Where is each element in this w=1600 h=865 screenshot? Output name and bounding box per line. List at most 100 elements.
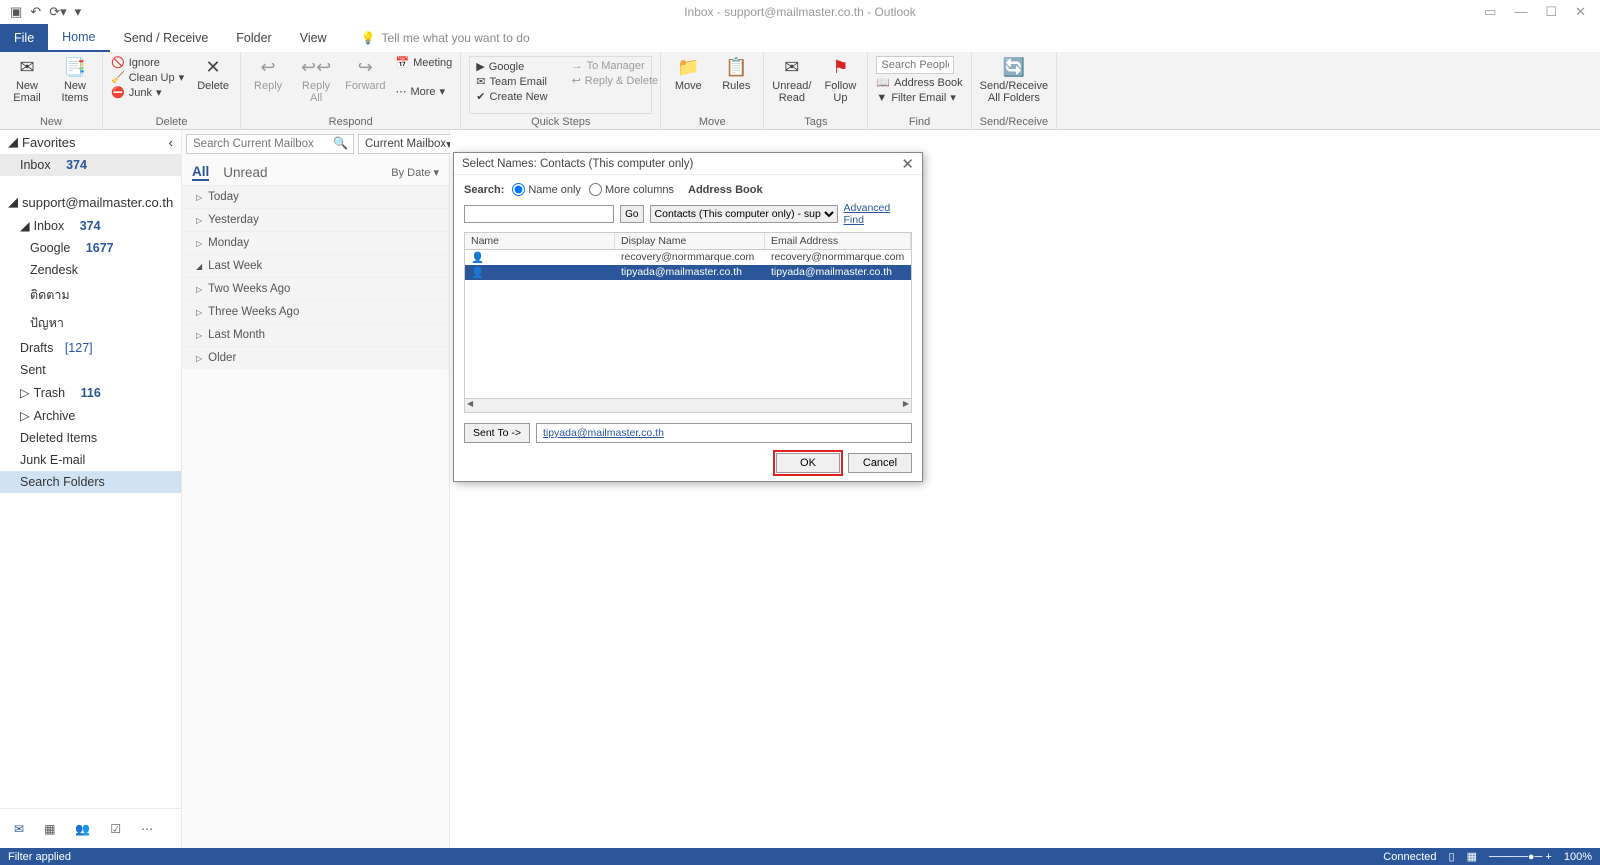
advanced-find-link[interactable]: Advanced Find bbox=[844, 202, 912, 226]
folder-deleted[interactable]: Deleted Items bbox=[0, 427, 181, 449]
junk-icon: ⛔ bbox=[111, 86, 125, 99]
minimize-icon[interactable]: — bbox=[1514, 4, 1527, 20]
qs-to-manager[interactable]: → To Manager bbox=[572, 60, 659, 72]
col-name[interactable]: Name bbox=[465, 233, 615, 249]
nav-calendar-icon[interactable]: ▦ bbox=[44, 822, 55, 836]
filter-unread[interactable]: Unread bbox=[223, 165, 267, 180]
qat-customize-icon[interactable]: ▾ bbox=[75, 4, 82, 20]
sent-to-field[interactable]: tipyada@mailmaster.co.th bbox=[536, 423, 912, 443]
maximize-icon[interactable]: ☐ bbox=[1545, 4, 1557, 20]
junk-button[interactable]: ⛔Junk ▾ bbox=[111, 86, 184, 99]
tab-folder[interactable]: Folder bbox=[222, 24, 285, 52]
tab-file[interactable]: File bbox=[0, 24, 48, 52]
search-scope-dropdown[interactable]: Current Mailbox ▾ bbox=[358, 134, 459, 154]
ignore-button[interactable]: 🚫Ignore bbox=[111, 56, 184, 69]
search-name-input[interactable] bbox=[464, 205, 614, 223]
reply-all-button[interactable]: ↩↩Reply All bbox=[297, 56, 335, 104]
new-items-button[interactable]: 📑New Items bbox=[56, 56, 94, 104]
unread-read-button[interactable]: ✉Unread/ Read bbox=[772, 56, 811, 104]
date-group[interactable]: ◢ Last Week bbox=[182, 254, 449, 277]
radio-more-columns[interactable]: More columns bbox=[589, 183, 674, 196]
folder-trash[interactable]: ▷ Trash 116 bbox=[0, 381, 181, 404]
ok-button[interactable]: OK bbox=[776, 453, 840, 473]
go-button[interactable]: Go bbox=[620, 205, 644, 223]
folder-pane: ◢ Favorites‹ Inbox 374 ◢ support@mailmas… bbox=[0, 130, 182, 848]
meeting-button[interactable]: 📅Meeting bbox=[395, 56, 452, 69]
sent-to-button[interactable]: Sent To -> bbox=[464, 423, 530, 443]
zoom-slider[interactable]: ─────●─ + bbox=[1489, 851, 1552, 863]
dialog-close-icon[interactable]: ✕ bbox=[901, 155, 914, 173]
folder-search-folders[interactable]: Search Folders bbox=[0, 471, 181, 493]
date-group[interactable]: ▷ Monday bbox=[182, 231, 449, 254]
folder-th1[interactable]: ติดตาม bbox=[0, 281, 181, 309]
new-items-icon: 📑 bbox=[64, 56, 86, 78]
address-book-select[interactable]: Contacts (This computer only) - support@… bbox=[650, 205, 838, 223]
qs-google[interactable]: ▶ Google bbox=[476, 60, 547, 73]
contacts-list[interactable]: 👤recovery@normmarque.comrecovery@normmar… bbox=[464, 249, 912, 399]
rules-button[interactable]: 📋Rules bbox=[717, 56, 755, 92]
cancel-button[interactable]: Cancel bbox=[848, 453, 912, 473]
nav-people-icon[interactable]: 👥 bbox=[75, 822, 90, 836]
qs-team-email[interactable]: ✉ Team Email bbox=[476, 75, 547, 88]
lightbulb-icon: 💡 bbox=[361, 31, 376, 45]
cleanup-button[interactable]: 🧹Clean Up ▾ bbox=[111, 71, 184, 84]
qs-create-new[interactable]: ✔ Create New bbox=[476, 90, 547, 103]
filter-email-button[interactable]: ▼Filter Email ▾ bbox=[876, 91, 962, 104]
new-email-button[interactable]: ✉New Email bbox=[8, 56, 46, 104]
view-normal-icon[interactable]: ▯ bbox=[1449, 850, 1455, 863]
favorites-header[interactable]: ◢ Favorites‹ bbox=[0, 130, 181, 154]
date-group[interactable]: ▷ Yesterday bbox=[182, 208, 449, 231]
search-people-input[interactable] bbox=[876, 56, 954, 74]
view-reading-icon[interactable]: ▦ bbox=[1467, 850, 1477, 863]
date-group[interactable]: ▷ Two Weeks Ago bbox=[182, 277, 449, 300]
nav-mail-icon[interactable]: ✉ bbox=[14, 822, 24, 836]
horizontal-scrollbar[interactable] bbox=[464, 399, 912, 413]
col-display[interactable]: Display Name bbox=[615, 233, 765, 249]
nav-tasks-icon[interactable]: ☑ bbox=[110, 822, 121, 836]
folder-zendesk[interactable]: Zendesk bbox=[0, 259, 181, 281]
send-receive-all-button[interactable]: 🔄Send/Receive All Folders bbox=[980, 56, 1049, 104]
nav-more-icon[interactable]: ⋯ bbox=[141, 822, 153, 836]
qs-reply-delete[interactable]: ↩ Reply & Delete bbox=[572, 74, 659, 87]
date-group[interactable]: ▷ Today bbox=[182, 185, 449, 208]
contact-row[interactable]: 👤tipyada@mailmaster.co.thtipyada@mailmas… bbox=[465, 265, 911, 280]
qat-undo-icon[interactable]: ↶ bbox=[30, 4, 41, 20]
reply-button[interactable]: ↩Reply bbox=[249, 56, 287, 92]
qat-send-receive-icon[interactable]: ⟳▾ bbox=[49, 4, 66, 20]
folder-inbox[interactable]: ◢ Inbox 374 bbox=[0, 214, 181, 237]
sort-by-date[interactable]: By Date ▾ bbox=[391, 166, 439, 179]
group-find-label: Find bbox=[876, 114, 962, 128]
col-email[interactable]: Email Address bbox=[765, 233, 911, 249]
ribbon-display-options-icon[interactable]: ▭ bbox=[1484, 4, 1496, 20]
account-header[interactable]: ◢ support@mailmaster.co.th bbox=[0, 190, 181, 214]
folder-drafts[interactable]: Drafts [127] bbox=[0, 337, 181, 359]
date-group[interactable]: ▷ Three Weeks Ago bbox=[182, 300, 449, 323]
folder-google[interactable]: Google 1677 bbox=[0, 237, 181, 259]
folder-archive[interactable]: ▷ Archive bbox=[0, 404, 181, 427]
tab-view[interactable]: View bbox=[286, 24, 341, 52]
qat-outlook-icon[interactable]: ▣ bbox=[10, 4, 22, 20]
date-group[interactable]: ▷ Older bbox=[182, 346, 449, 369]
favorites-inbox[interactable]: Inbox 374 bbox=[0, 154, 181, 176]
date-group[interactable]: ▷ Last Month bbox=[182, 323, 449, 346]
contact-row[interactable]: 👤recovery@normmarque.comrecovery@normmar… bbox=[465, 250, 911, 265]
folder-sent[interactable]: Sent bbox=[0, 359, 181, 381]
tab-send-receive[interactable]: Send / Receive bbox=[110, 24, 223, 52]
move-button[interactable]: 📁Move bbox=[669, 56, 707, 92]
filter-all[interactable]: All bbox=[192, 164, 209, 181]
radio-name-only[interactable]: Name only bbox=[512, 183, 581, 196]
tab-home[interactable]: Home bbox=[48, 24, 109, 52]
forward-button[interactable]: ↪Forward bbox=[345, 56, 385, 92]
folder-junk[interactable]: Junk E-mail bbox=[0, 449, 181, 471]
follow-up-button[interactable]: ⚑Follow Up bbox=[821, 56, 859, 104]
close-icon[interactable]: ✕ bbox=[1575, 4, 1586, 20]
folder-th2[interactable]: ปัญหา bbox=[0, 309, 181, 337]
search-mailbox-input[interactable] bbox=[186, 134, 354, 154]
filter-icon: ▼ bbox=[876, 92, 887, 104]
search-icon[interactable]: 🔍 bbox=[333, 136, 348, 150]
tell-me-text[interactable]: Tell me what you want to do bbox=[382, 31, 530, 45]
address-book-button[interactable]: 📖Address Book bbox=[876, 76, 962, 89]
more-respond-button[interactable]: ⋯More ▾ bbox=[395, 85, 452, 98]
reply-icon: ↩ bbox=[257, 56, 279, 78]
delete-button[interactable]: ✕Delete bbox=[194, 56, 232, 92]
